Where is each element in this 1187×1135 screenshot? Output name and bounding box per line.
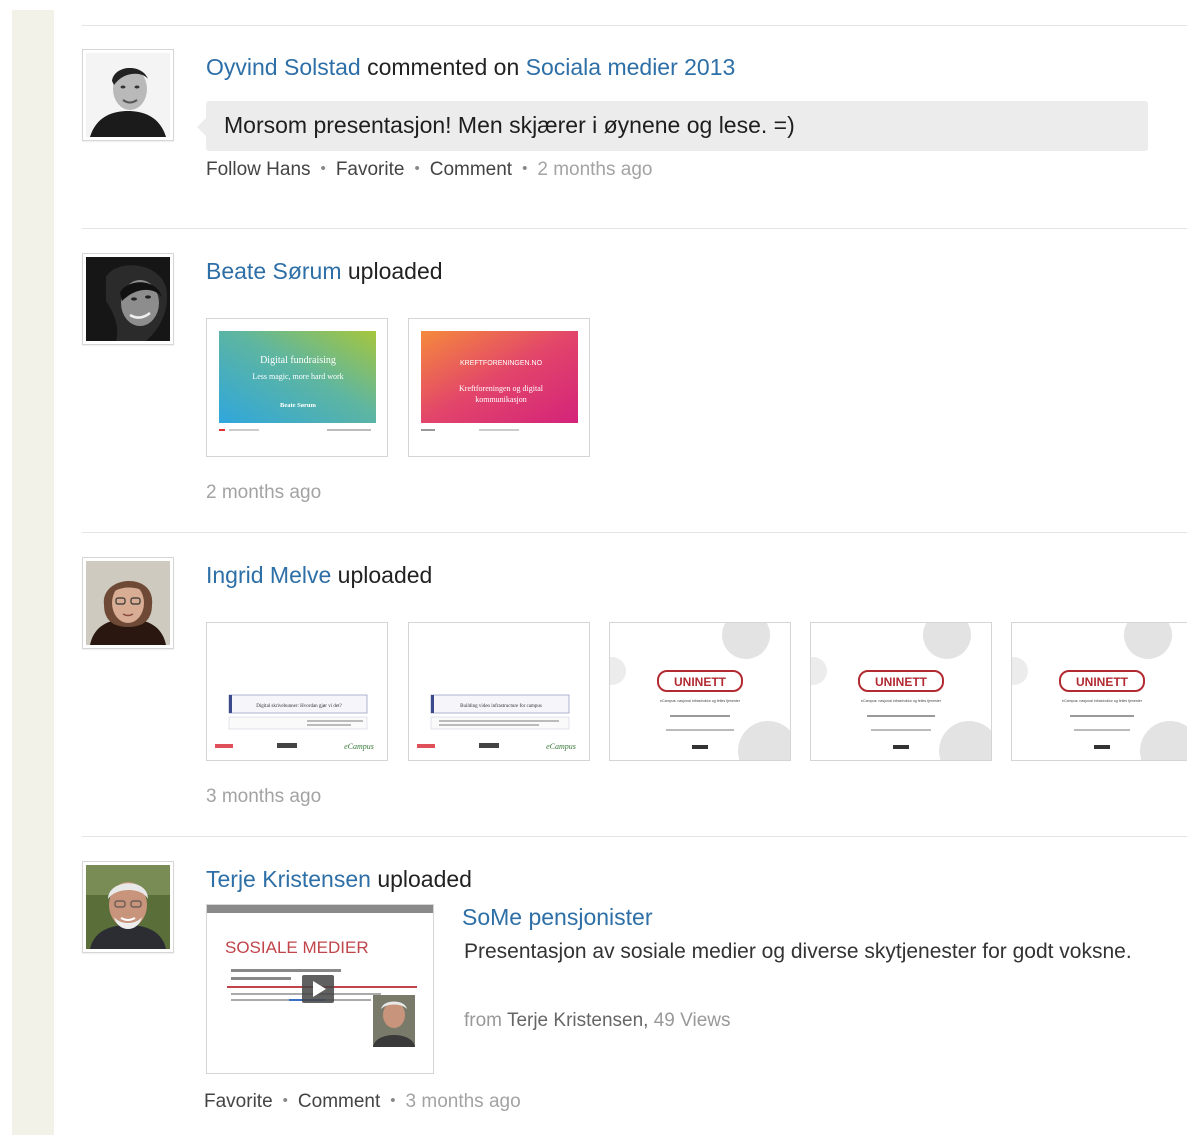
from-label: from — [464, 1010, 502, 1031]
target-link[interactable]: Sociala medier 2013 — [526, 54, 736, 80]
uninett-logo: UNINETT — [875, 675, 928, 689]
uninett-logo: UNINETT — [674, 675, 727, 689]
comment-bubble: Morsom presentasjon! Men skjærer i øynen… — [197, 101, 1148, 151]
separator: • — [522, 160, 528, 177]
slide-image: SOSIALE MEDIER — [207, 905, 433, 1073]
timestamp: 2 months ago — [206, 482, 322, 503]
slide-thumbnail[interactable]: Digital fundraising Less magic, more har… — [206, 318, 388, 457]
slide-thumbnail[interactable]: UNINETT eCampus: nasjonal infrastruktur … — [810, 622, 992, 761]
divider — [82, 228, 1187, 229]
ecampus-logo: eCampus — [546, 742, 576, 751]
left-rail — [0, 0, 54, 1135]
activity-feed: Oyvind Solstad commented on Sociala medi… — [82, 0, 1187, 1135]
avatar-photo — [86, 257, 170, 341]
slide-subtitle: Less magic, more hard work — [252, 372, 343, 381]
slide-title: Building video infrastructure for campus — [460, 704, 542, 709]
slide-image: Building video infrastructure for campus… — [417, 694, 576, 751]
slide-caption: eCampus: nasjonal infrastruktur og felle… — [861, 699, 942, 703]
action-bar: Follow Hans • Favorite • Comment • 2 months ag… — [206, 159, 652, 181]
separator: • — [414, 160, 420, 177]
activity-verb: uploaded — [377, 866, 472, 892]
timestamp: 2 months ago — [537, 159, 653, 180]
favorite-button[interactable]: Favorite — [336, 159, 405, 180]
slide-title: Digital skrivebunner: Hvordan gjør vi de… — [256, 704, 342, 709]
divider — [82, 532, 1187, 533]
follow-button[interactable]: Follow Hans — [206, 159, 311, 180]
slide-heading: KREFTFORENINGEN.NO — [460, 360, 543, 367]
activity-verb: uploaded — [337, 562, 433, 588]
avatar-photo — [86, 865, 170, 949]
comment-button[interactable]: Comment — [430, 159, 512, 180]
activity-headline: Terje Kristensen uploaded — [206, 866, 472, 893]
play-icon[interactable] — [302, 975, 334, 1003]
comment-button[interactable]: Comment — [298, 1091, 380, 1112]
presentation-thumbnail[interactable]: SOSIALE MEDIER — [206, 904, 434, 1074]
separator: • — [282, 1092, 288, 1109]
activity-headline: Oyvind Solstad commented on Sociala medi… — [206, 54, 735, 81]
slide-author: Beate Sørum — [280, 402, 317, 409]
avatar[interactable] — [82, 253, 174, 345]
avatar[interactable] — [82, 49, 174, 141]
actor-link[interactable]: Terje Kristensen — [206, 866, 371, 892]
slide-image: KREFTFORENINGEN.NO Kreftforeningen og di… — [421, 331, 578, 431]
activity-verb: uploaded — [347, 258, 443, 284]
deck-description: Presentasjon av sosiale medier og divers… — [464, 940, 1132, 963]
deck-author-link[interactable]: Terje Kristensen, — [507, 1010, 649, 1031]
slide-image: UNINETT eCampus: nasjonal infrastruktur … — [1012, 623, 1187, 760]
slide-subtitle-line2: kommunikasjon — [475, 395, 527, 404]
timestamp: 3 months ago — [405, 1091, 521, 1112]
avatar[interactable] — [82, 557, 174, 649]
slide-image: Digital skrivebunner: Hvordan gjør vi de… — [215, 694, 374, 751]
ecampus-logo: eCampus — [344, 742, 374, 751]
separator: • — [390, 1092, 396, 1109]
slide-thumbnail[interactable]: Digital skrivebunner: Hvordan gjør vi de… — [206, 622, 388, 761]
deck-meta: from Terje Kristensen, 49 Views — [464, 1010, 731, 1032]
activity-headline: Beate Sørum uploaded — [206, 258, 443, 285]
action-bar: Favorite • Comment • 3 months ago — [204, 1091, 521, 1113]
slide-caption: eCampus: nasjonal infrastruktur og felle… — [660, 699, 741, 703]
avatar-photo — [86, 53, 170, 137]
slide-thumbnail[interactable]: UNINETT eCampus: nasjonal infrastruktur … — [1011, 622, 1187, 761]
slide-image: Digital fundraising Less magic, more har… — [219, 331, 376, 431]
activity-verb: commented on — [367, 54, 520, 80]
thumbnail-title: SOSIALE MEDIER — [225, 938, 369, 957]
actor-link[interactable]: Oyvind Solstad — [206, 54, 361, 80]
view-count: 49 Views — [653, 1010, 731, 1031]
activity-headline: Ingrid Melve uploaded — [206, 562, 432, 589]
deck-title-link[interactable]: SoMe pensjonister — [462, 904, 653, 931]
actor-link[interactable]: Beate Sørum — [206, 258, 342, 284]
comment-text: Morsom presentasjon! Men skjærer i øynen… — [224, 112, 795, 138]
slide-thumbnail[interactable]: Building video infrastructure for campus… — [408, 622, 590, 761]
left-rail-strip — [12, 10, 54, 1135]
slide-image: UNINETT eCampus: nasjonal infrastruktur … — [610, 623, 790, 760]
slide-thumbnail[interactable]: UNINETT eCampus: nasjonal infrastruktur … — [609, 622, 791, 761]
actor-link[interactable]: Ingrid Melve — [206, 562, 331, 588]
timestamp: 3 months ago — [206, 786, 322, 807]
slide-thumbnail[interactable]: KREFTFORENINGEN.NO Kreftforeningen og di… — [408, 318, 590, 457]
divider — [82, 25, 1187, 26]
slide-subtitle-line1: Kreftforeningen og digital — [459, 384, 544, 393]
slide-caption: eCampus: nasjonal infrastruktur og felle… — [1062, 699, 1143, 703]
avatar[interactable] — [82, 861, 174, 953]
uninett-logo: UNINETT — [1076, 675, 1129, 689]
slide-image: UNINETT eCampus: nasjonal infrastruktur … — [811, 623, 991, 760]
separator: • — [320, 160, 326, 177]
favorite-button[interactable]: Favorite — [204, 1091, 273, 1112]
divider — [82, 836, 1187, 837]
slide-title: Digital fundraising — [260, 355, 336, 366]
avatar-photo — [86, 561, 170, 645]
